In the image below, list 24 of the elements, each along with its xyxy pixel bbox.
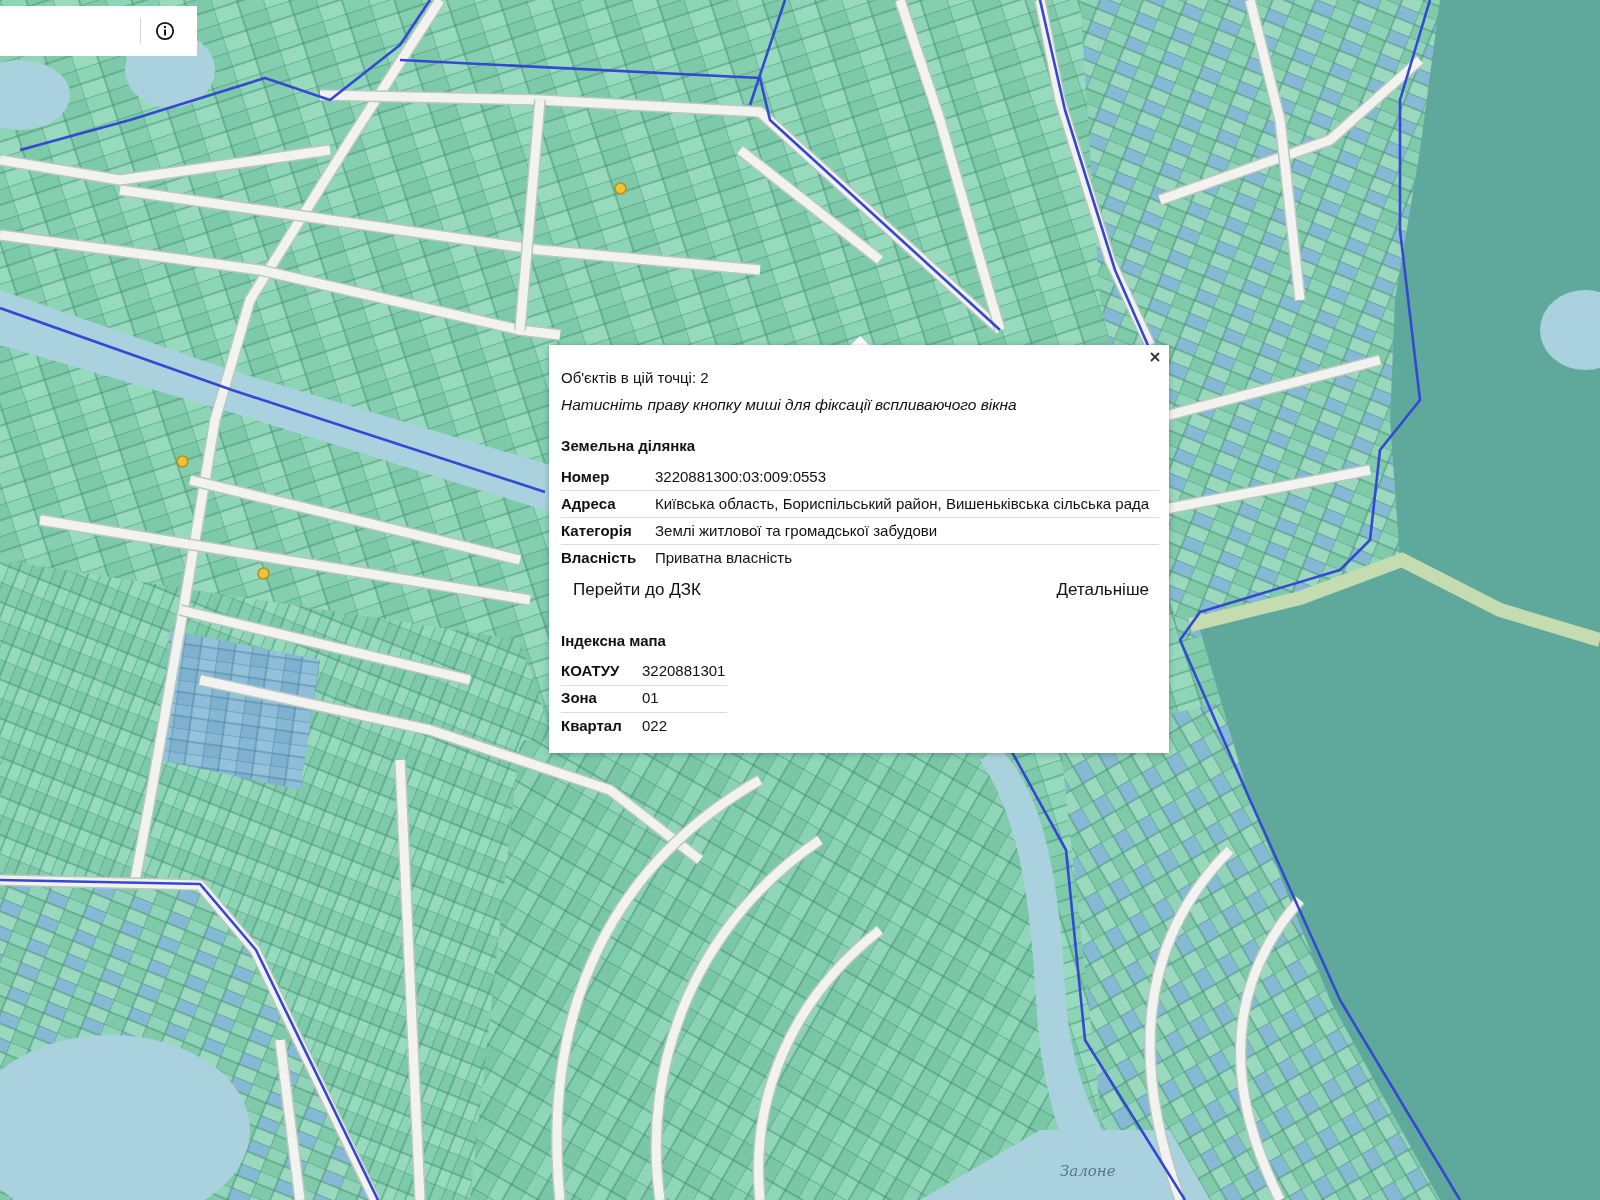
field-value: 3220881301 [642,658,727,685]
field-label: Номер [561,463,655,491]
field-label: КОАТУУ [561,658,642,685]
marker-icon [614,182,627,195]
close-icon[interactable] [1149,351,1161,363]
field-label: Квартал [561,712,642,739]
field-value: Київська область, Бориспільський район, Вишеньківська сільська рада [655,490,1159,518]
objects-count-text: Об'єктів в цій точці: 2 [561,369,709,387]
section-title: Індексна мапа [561,631,666,650]
section-title: Земельна ділянка [561,437,696,455]
hint-text: Натисніть праву кнопку миші для фіксації вспливаючого вікна [561,396,1017,414]
field-label: Власність [561,544,655,572]
info-icon[interactable] [155,21,175,41]
field-value: 022 [642,712,727,739]
field-label: Зона [561,685,642,712]
field-value: 01 [642,685,727,712]
marker-icon [176,455,189,468]
field-label: Адреса [561,490,655,518]
field-label: Категорія [561,517,655,545]
field-value: Приватна власність [655,544,1159,572]
field-value: Землі житлової та громадської забудови [655,517,1159,545]
place-label: Залоне [1060,1161,1116,1182]
field-value: 3220881300:03:009:0553 [655,463,1159,491]
marker-icon [257,567,270,580]
